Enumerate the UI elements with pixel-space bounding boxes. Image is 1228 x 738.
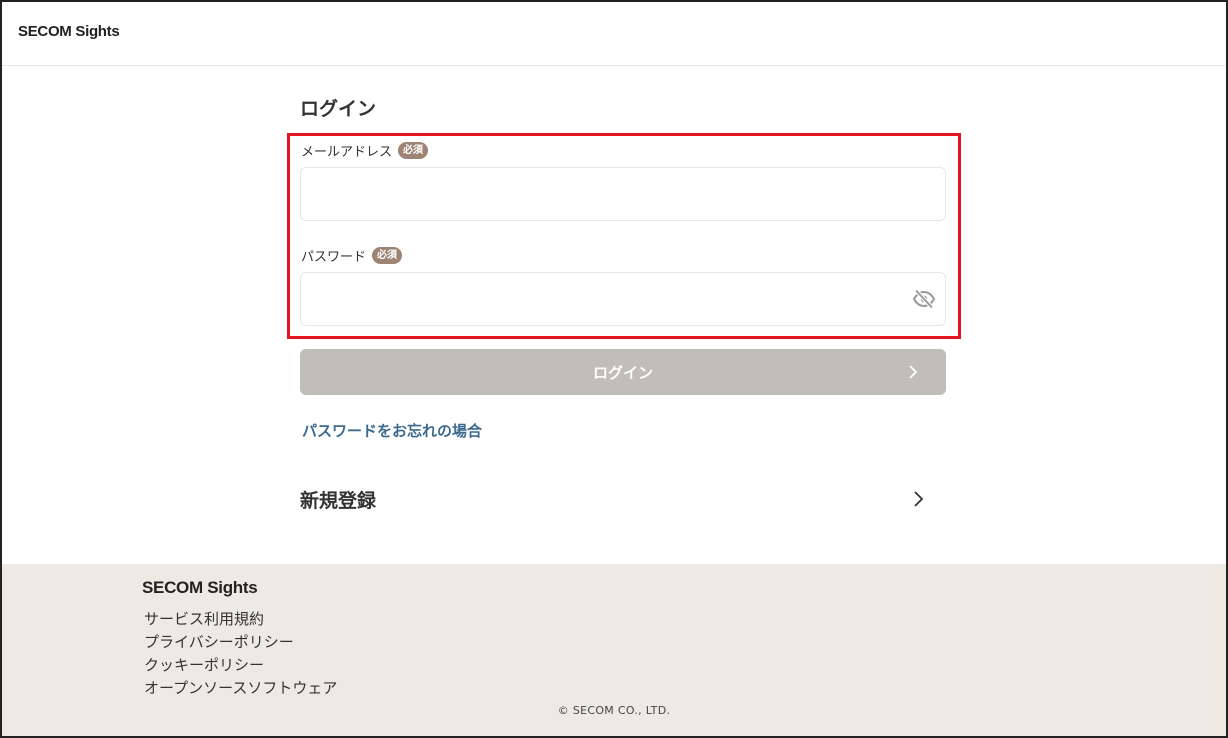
footer-link-cookie[interactable]: クッキーポリシー <box>144 654 337 677</box>
forgot-password-link[interactable]: パスワードをお忘れの場合 <box>302 420 482 441</box>
password-label-text: パスワード <box>301 250 367 265</box>
footer-link-terms[interactable]: サービス利用規約 <box>144 608 337 631</box>
footer-logo: SECOM Sights <box>142 578 258 597</box>
register-row[interactable]: 新規登録 <box>300 478 946 518</box>
login-button-label: ログイン <box>592 363 653 382</box>
login-button[interactable]: ログイン <box>300 349 946 395</box>
password-required-badge: 必須 <box>372 247 403 264</box>
register-title: 新規登録 <box>300 490 377 512</box>
email-required-badge: 必須 <box>398 142 429 159</box>
page-title: ログイン <box>300 98 377 120</box>
email-label: メールアドレス 必須 <box>301 141 429 160</box>
page-frame: SECOM Sights ログイン メールアドレス 必須 パスワード 必須 ログ… <box>0 0 1228 738</box>
email-input[interactable] <box>300 167 946 221</box>
site-header: SECOM Sights <box>2 2 1226 66</box>
footer-link-oss[interactable]: オープンソースソフトウェア <box>144 677 337 700</box>
site-footer: SECOM Sights サービス利用規約 プライバシーポリシー クッキーポリシ… <box>2 564 1226 736</box>
password-label: パスワード 必須 <box>301 246 403 265</box>
copyright: © SECOM CO., LTD. <box>557 704 671 717</box>
footer-link-privacy[interactable]: プライバシーポリシー <box>144 631 337 654</box>
chevron-right-icon <box>912 489 926 509</box>
chevron-right-icon <box>906 363 920 381</box>
eye-slash-icon[interactable] <box>912 287 936 311</box>
password-input[interactable] <box>300 272 946 326</box>
footer-links: サービス利用規約 プライバシーポリシー クッキーポリシー オープンソースソフトウ… <box>144 608 337 700</box>
email-label-text: メールアドレス <box>301 145 393 160</box>
header-logo[interactable]: SECOM Sights <box>18 23 120 40</box>
